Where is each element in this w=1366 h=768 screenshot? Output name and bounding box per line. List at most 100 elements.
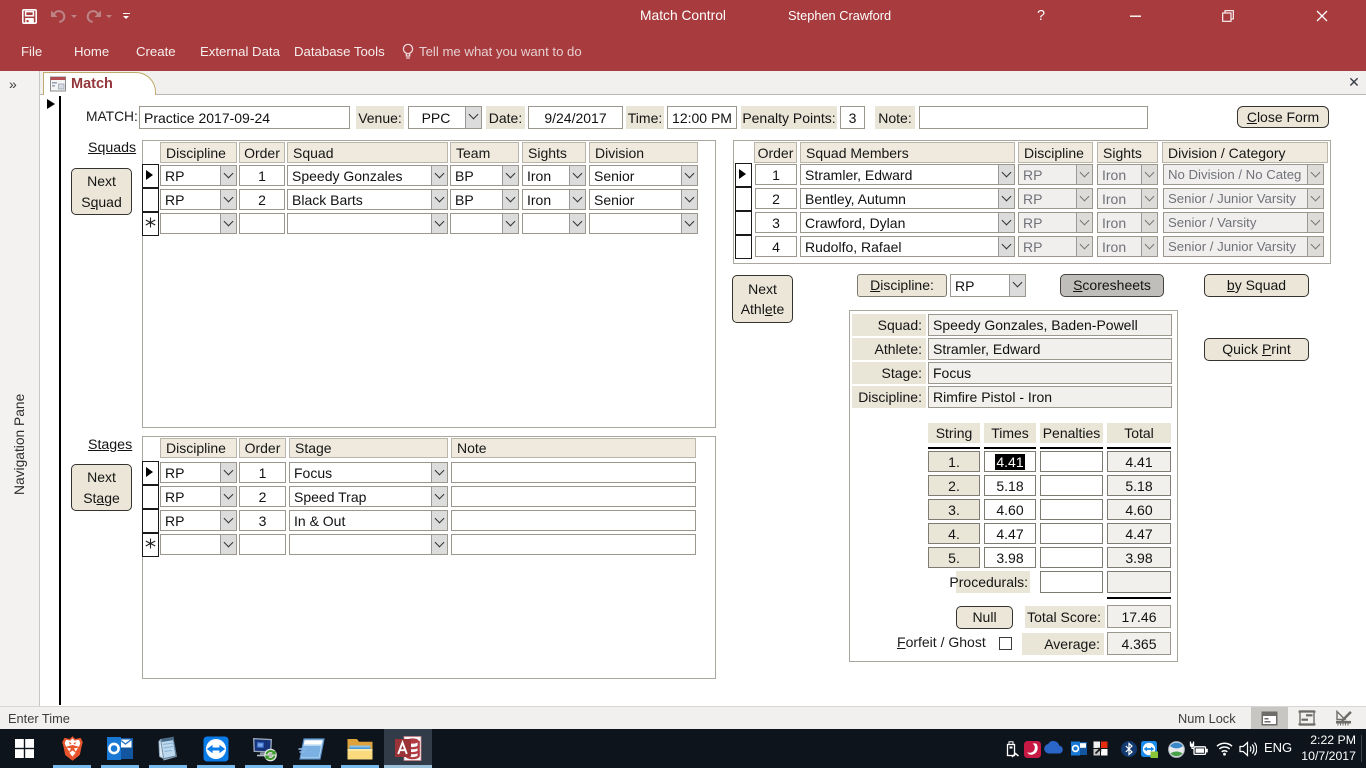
tray-battery-icon[interactable] — [1189, 741, 1208, 756]
squads-newrow-team[interactable] — [450, 213, 519, 234]
venue-combo[interactable]: PPC — [408, 106, 482, 129]
account-name[interactable]: Stephen Crawford — [788, 8, 891, 23]
members-row4-order[interactable]: 4 — [755, 236, 797, 257]
forfeit-checkbox[interactable] — [999, 637, 1012, 650]
squads-newrow-squad[interactable] — [287, 213, 448, 234]
score-row3-time[interactable]: 4.60 — [984, 499, 1036, 520]
stages-row3-stage[interactable]: In & Out — [289, 510, 448, 531]
stages-newrow-discipline[interactable] — [160, 534, 237, 555]
nav-pane-expand-icon[interactable]: » — [9, 76, 18, 92]
tray-outlook-icon[interactable] — [1071, 741, 1087, 756]
help-icon[interactable]: ? — [1037, 8, 1045, 24]
stages-row3-selector[interactable] — [142, 509, 159, 533]
clock[interactable]: 2:22 PM 10/7/2017 — [1296, 732, 1356, 764]
taskbar-remote-desktop-icon[interactable] — [240, 729, 288, 768]
tab-close-icon[interactable]: ✕ — [1346, 74, 1362, 90]
stages-row3-note[interactable] — [451, 510, 696, 531]
tab-match[interactable]: Match — [43, 72, 156, 95]
taskbar-notepad-icon[interactable] — [144, 729, 192, 768]
taskbar-outlook-icon[interactable] — [96, 729, 144, 768]
squads-row1-discipline[interactable]: RP — [160, 165, 237, 186]
stages-row2-note[interactable] — [451, 486, 696, 507]
time-input[interactable]: 12:00 PM — [667, 106, 737, 129]
tab-create[interactable]: Create — [136, 44, 176, 59]
ss-stage-value[interactable]: Focus — [928, 362, 1172, 384]
score-row1-time[interactable]: 4.41 — [984, 451, 1036, 472]
score-row5-time[interactable]: 3.98 — [984, 547, 1036, 568]
squads-row2-division[interactable]: Senior — [589, 189, 698, 210]
stages-newrow-selector[interactable] — [142, 533, 159, 557]
squads-row1-division[interactable]: Senior — [589, 165, 698, 186]
tray-onedrive-icon[interactable] — [1043, 741, 1063, 754]
design-view-button[interactable] — [1325, 707, 1362, 729]
stages-row1-stage[interactable]: Focus — [289, 462, 448, 483]
note-input[interactable] — [919, 106, 1148, 129]
tray-antivirus-icon[interactable] — [1024, 741, 1041, 758]
ss-squad-value[interactable]: Speedy Gonzales, Baden-Powell — [928, 314, 1172, 336]
taskbar-brave-icon[interactable] — [48, 729, 96, 768]
taskbar-console-icon[interactable] — [288, 729, 336, 768]
score-row2-penalty[interactable] — [1040, 475, 1103, 496]
squads-newrow-sights[interactable] — [522, 213, 586, 234]
members-row1-selector[interactable] — [735, 163, 752, 187]
stages-newrow-note[interactable] — [451, 534, 696, 555]
stages-row3-discipline[interactable]: RP — [160, 510, 237, 531]
members-row3-order[interactable]: 3 — [755, 212, 797, 233]
date-input[interactable]: 9/24/2017 — [528, 106, 623, 129]
squads-row2-squad[interactable]: Black Barts — [287, 189, 448, 210]
tab-file[interactable]: File — [21, 44, 42, 59]
members-row3-selector[interactable] — [735, 211, 752, 235]
tray-vpn-globe-icon[interactable] — [1168, 741, 1185, 758]
squads-row2-order[interactable]: 2 — [239, 189, 285, 210]
tell-me-box[interactable]: Tell me what you want to do — [419, 44, 582, 59]
tray-wifi-icon[interactable] — [1216, 741, 1233, 756]
match-input[interactable]: Practice 2017-09-24 — [139, 106, 350, 129]
restore-button[interactable] — [1205, 0, 1250, 32]
stages-row2-selector[interactable] — [142, 485, 159, 509]
members-row1-order[interactable]: 1 — [755, 164, 797, 185]
close-form-button[interactable]: Close Form — [1237, 106, 1329, 128]
close-button[interactable] — [1299, 0, 1344, 32]
discipline-dropdown-icon[interactable] — [1009, 275, 1025, 296]
tray-display-switch-icon[interactable] — [1093, 741, 1108, 756]
ss-athlete-value[interactable]: Stramler, Edward — [928, 338, 1172, 360]
score-row3-penalty[interactable] — [1040, 499, 1103, 520]
squads-newrow-order[interactable] — [239, 213, 285, 234]
members-row1-name[interactable]: Stramler, Edward — [800, 164, 1015, 185]
score-row4-time[interactable]: 4.47 — [984, 523, 1036, 544]
penalty-points-input[interactable]: 3 — [840, 106, 865, 129]
stages-row1-order[interactable]: 1 — [239, 462, 286, 483]
stages-row2-stage[interactable]: Speed Trap — [289, 486, 448, 507]
score-row1-penalty[interactable] — [1040, 451, 1103, 472]
members-row2-order[interactable]: 2 — [755, 188, 797, 209]
squads-newrow-selector[interactable] — [142, 212, 159, 236]
stages-row1-discipline[interactable]: RP — [160, 462, 237, 483]
score-row5-penalty[interactable] — [1040, 547, 1103, 568]
next-stage-button[interactable]: NextStage — [71, 464, 132, 511]
nav-pane-label[interactable]: Navigation Pane — [12, 394, 27, 495]
members-row2-name[interactable]: Bentley, Autumn — [800, 188, 1015, 209]
tray-bluetooth-icon[interactable] — [1121, 741, 1137, 757]
squads-row2-team[interactable]: BP — [450, 189, 519, 210]
tray-usb-icon[interactable] — [1004, 741, 1020, 758]
scoresheets-button[interactable]: Scoresheets — [1060, 274, 1164, 297]
stages-row2-discipline[interactable]: RP — [160, 486, 237, 507]
members-row2-selector[interactable] — [735, 187, 752, 211]
form-record-selector[interactable] — [44, 96, 61, 705]
tab-database-tools[interactable]: Database Tools — [294, 44, 385, 59]
tab-external-data[interactable]: External Data — [200, 44, 280, 59]
ss-discipline-value[interactable]: Rimfire Pistol - Iron — [928, 386, 1172, 408]
start-button[interactable] — [0, 729, 48, 768]
next-squad-button[interactable]: NextSquad — [71, 168, 132, 215]
members-row4-selector[interactable] — [735, 235, 752, 259]
score-row4-penalty[interactable] — [1040, 523, 1103, 544]
datasheet-view-button[interactable] — [1288, 707, 1325, 729]
form-view-button[interactable] — [1251, 707, 1288, 729]
venue-dropdown-icon[interactable] — [465, 107, 481, 128]
tray-volume-icon[interactable] — [1239, 741, 1257, 757]
squads-row2-sights[interactable]: Iron — [522, 189, 586, 210]
tray-teamviewer-icon[interactable] — [1141, 741, 1158, 758]
members-row4-name[interactable]: Rudolfo, Rafael — [800, 236, 1015, 257]
stages-row1-note[interactable] — [451, 462, 696, 483]
squads-newrow-division[interactable] — [589, 213, 698, 234]
